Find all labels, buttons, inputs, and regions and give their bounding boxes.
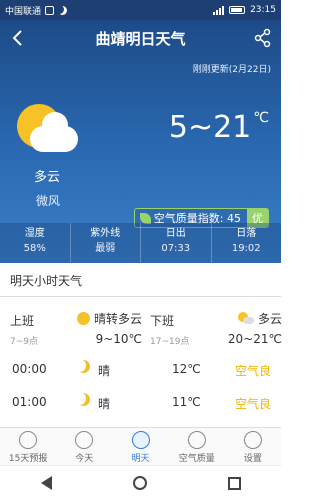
weather-hero: 曲靖明日天气 刚刚更新(2月22日) 多云 微风 5~21 ℃ 空气质量指数: 4… [0, 20, 281, 263]
wind-level: 微风 [36, 194, 61, 208]
hour-temp: 12℃ [172, 362, 201, 376]
commute-morning: 上班 7~9点 晴转多云 9~10℃ [10, 308, 150, 352]
tab-today[interactable]: 今天 [56, 428, 112, 465]
commute-time: 17~19点 [150, 337, 190, 347]
tab-15-day[interactable]: 15天预报 [0, 428, 56, 465]
stat-label: 紫外线 [90, 228, 121, 239]
bottom-tab-bar: 15天预报 今天 明天 空气质量 设置 [0, 427, 281, 465]
hour-row: 01:00 晴 11℃ 空气良 [0, 387, 281, 417]
battery-icon [229, 6, 246, 14]
commute-condition: 多云 [237, 310, 282, 327]
back-button[interactable] [8, 28, 28, 48]
commute-condition-text: 多云 [257, 312, 282, 326]
top-nav: 曲靖明日天气 [0, 20, 281, 56]
temperature-range: 5~21 ℃ [169, 110, 269, 145]
moon-status-icon [58, 6, 67, 15]
commute-condition: 晴转多云 [76, 310, 142, 327]
tab-label: 15天预报 [8, 454, 48, 464]
stat-humidity: 湿度 58% [0, 223, 71, 263]
stat-sunset: 日落 19:02 [212, 223, 282, 263]
stat-label: 湿度 [24, 228, 45, 239]
share-icon [254, 28, 271, 48]
update-time: 刚刚更新(2月22日) [192, 65, 271, 75]
commute-name: 上班 [10, 314, 35, 328]
sun-icon [76, 312, 90, 325]
divider [0, 296, 281, 297]
status-bar: 中国联通 23:15 [0, 0, 281, 20]
stat-value: 19:02 [231, 243, 261, 254]
sun-outline-icon [19, 431, 38, 449]
hour-row: 00:00 晴 12℃ 空气良 [0, 354, 281, 384]
moon-icon [77, 360, 90, 373]
hour-temp: 11℃ [172, 395, 201, 409]
tab-label: 设置 [243, 454, 262, 464]
weather-condition: 多云 [34, 170, 61, 185]
hour-air: 空气良 [234, 364, 271, 378]
leaf-icon [187, 431, 206, 449]
tab-tomorrow[interactable]: 明天 [112, 428, 168, 465]
commute-time: 7~9点 [10, 337, 38, 347]
chevron-left-icon [12, 30, 22, 46]
cloud-icon [30, 112, 78, 152]
temperature-unit: ℃ [253, 110, 269, 126]
commute-condition-text: 晴转多云 [93, 312, 142, 326]
hour-time: 00:00 [12, 362, 47, 376]
gear-icon [243, 431, 262, 449]
page-title: 曲靖明日天气 [95, 29, 186, 48]
temperature-value: 5~21 [168, 110, 252, 145]
moon-icon [77, 393, 90, 406]
carrier-label: 中国联通 [5, 6, 42, 17]
stat-value: 07:33 [161, 243, 191, 254]
clock: 23:15 [250, 5, 276, 15]
partly-cloudy-icon [237, 312, 254, 325]
tomorrow-icon [131, 431, 150, 449]
system-recent-button[interactable] [227, 476, 241, 490]
today-icon [75, 431, 94, 449]
leaf-icon [139, 212, 151, 224]
tab-air-quality[interactable]: 空气质量 [169, 428, 225, 465]
tab-settings[interactable]: 设置 [225, 428, 281, 465]
system-back-button[interactable] [40, 476, 52, 490]
system-home-button[interactable] [132, 476, 147, 490]
tab-label: 今天 [75, 454, 94, 464]
share-button[interactable] [253, 28, 273, 48]
stat-sunrise: 日出 07:33 [141, 223, 212, 263]
hour-weather: 晴 [98, 364, 111, 378]
commute-range: 9~10℃ [95, 332, 142, 346]
signal-icon [213, 5, 225, 15]
hour-time: 01:00 [12, 395, 47, 409]
notification-icon [45, 5, 55, 15]
hour-air: 空气良 [234, 397, 271, 411]
stat-uv: 紫外线 最弱 [71, 223, 141, 263]
stat-label: 日出 [165, 228, 186, 239]
commute-range: 20~21℃ [227, 332, 282, 346]
commute-name: 下班 [150, 314, 175, 328]
stat-label: 日落 [236, 228, 257, 239]
tab-label: 明天 [131, 454, 150, 464]
hour-weather: 晴 [98, 397, 111, 411]
tab-label: 空气质量 [178, 454, 215, 464]
commute-evening: 下班 17~19点 多云 20~21℃ [150, 308, 290, 352]
stat-value: 58% [23, 243, 46, 254]
system-nav-bar [0, 465, 281, 500]
section-title: 明天小时天气 [10, 274, 83, 288]
weather-stats: 湿度 58% 紫外线 最弱 日出 07:33 日落 19:02 [0, 223, 281, 263]
stat-value: 最弱 [95, 243, 116, 254]
